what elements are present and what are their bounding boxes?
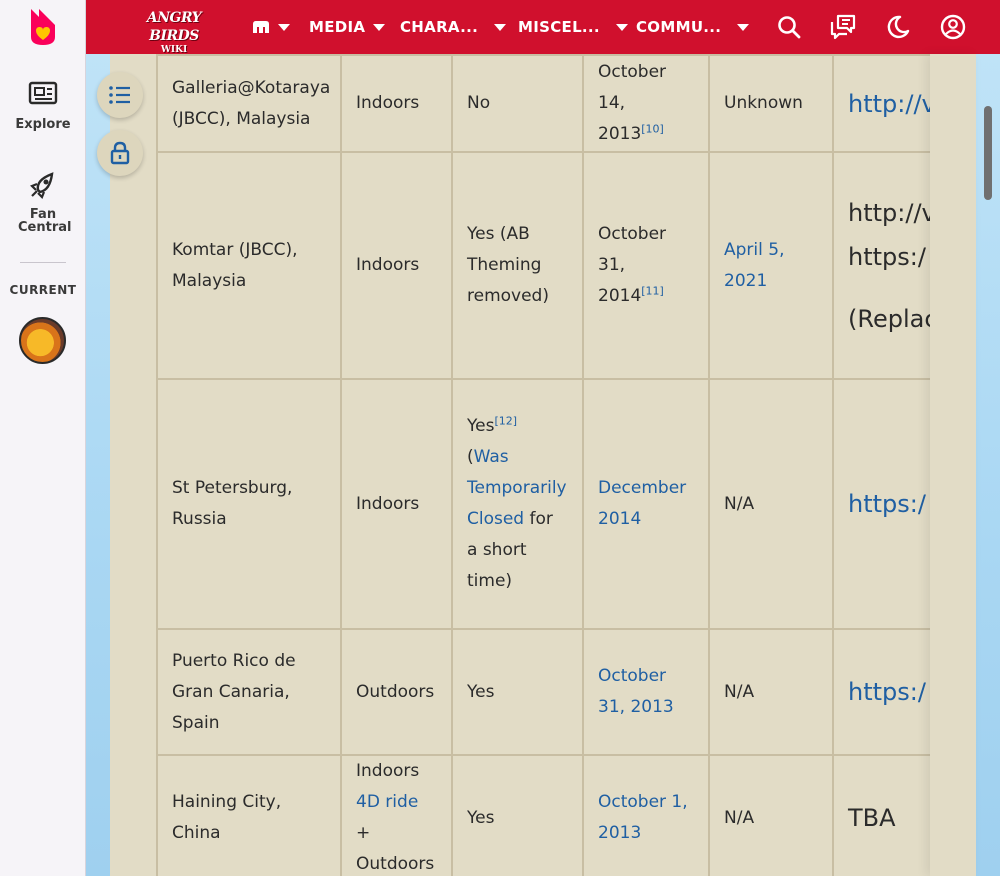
current-wiki-avatar[interactable] (19, 317, 66, 364)
closed-cell: N/A (708, 754, 834, 876)
status-cell: No (451, 54, 584, 153)
search-icon (778, 16, 801, 39)
table-row: Puerto Rico de Gran Canaria, Spain Outdo… (156, 628, 930, 756)
reference-link[interactable]: [10] (641, 122, 664, 135)
explore-icon (28, 81, 58, 105)
table-row: Komtar (JBCC), Malaysia Indoors Yes (AB … (156, 151, 930, 380)
theme-toggle-button[interactable] (884, 13, 912, 41)
current-wiki-label: CURRENT (9, 283, 77, 297)
nav-community[interactable]: COMMU... (636, 0, 750, 54)
table-row: Haining City, China Indoors 4D ride + Outd… (156, 754, 930, 876)
opened-cell: December 2014 (582, 378, 710, 630)
locations-table-container[interactable]: Galleria@Kotaraya (JBCC), Malaysia Indoo… (156, 54, 930, 876)
type-cell: Indoors 4D ride + Outdoors (340, 754, 453, 876)
moon-icon (887, 15, 910, 39)
closed-cell: N/A (708, 628, 834, 756)
locations-table: Galleria@Kotaraya (JBCC), Malaysia Indoo… (156, 54, 930, 876)
4d-ride-link[interactable]: 4D ride (356, 792, 418, 812)
type-cell: Indoors (340, 151, 453, 380)
closed-cell: N/A (708, 378, 834, 630)
closed-cell: April 5, 2021 (708, 151, 834, 380)
opened-cell: October 1, 2013 (582, 754, 710, 876)
location-cell: Komtar (JBCC), Malaysia (156, 151, 342, 380)
opened-date-link[interactable]: October 1, 2013 (598, 792, 688, 843)
type-cell: Indoors (340, 54, 453, 153)
chevron-down-icon (373, 23, 386, 31)
location-cell: Haining City, China (156, 754, 342, 876)
reference-link[interactable]: [12] (494, 414, 517, 427)
opened-cell: October 31, 2014[11] (582, 151, 710, 380)
nav-miscellaneous[interactable]: MISCEL... (518, 0, 628, 54)
table-of-contents-button[interactable] (97, 72, 143, 118)
fandom-logo[interactable] (0, 0, 86, 54)
nav-wiki-menu[interactable] (252, 0, 290, 54)
status-cell: Yes[12] (Was Temporarily Closed for a sho… (451, 378, 584, 630)
rail-divider (20, 262, 66, 263)
table-scroll-fade (930, 54, 976, 876)
website-link[interactable]: http://v (848, 90, 930, 118)
user-icon (940, 14, 966, 40)
explore-label: Explore (15, 117, 71, 132)
type-cell: Outdoors (340, 628, 453, 756)
status-cell: Yes (AB Theming removed) (451, 151, 584, 380)
list-icon (109, 86, 130, 104)
global-navigation-rail: Explore Fan Central CURRENT (0, 0, 86, 876)
wiki-wordmark[interactable]: ANGRY BIRDS WIKI (134, 9, 214, 55)
website-text: https:/ (848, 242, 926, 271)
chevron-down-icon (615, 23, 628, 31)
website-link[interactable]: https:/ (848, 678, 926, 706)
website-text: (Replac (848, 304, 930, 333)
page-scrollbar[interactable] (984, 106, 992, 200)
type-cell: Indoors (340, 378, 453, 630)
lock-icon (110, 141, 130, 165)
website-link[interactable]: https:/ (848, 490, 926, 518)
discussions-button[interactable] (829, 13, 857, 41)
website-cell: http://v (832, 54, 930, 153)
wiki-menu-icon (253, 21, 269, 33)
user-account-button[interactable] (939, 13, 967, 41)
chevron-down-icon (494, 23, 507, 31)
closed-cell: Unknown (708, 54, 834, 153)
table-row: Galleria@Kotaraya (JBCC), Malaysia Indoo… (156, 54, 930, 153)
website-cell: TBA (832, 754, 930, 876)
location-cell: St Petersburg, Russia (156, 378, 342, 630)
discussions-icon (830, 14, 856, 40)
opened-date-link[interactable]: October 31, 2013 (598, 666, 674, 717)
website-cell: https:/ (832, 378, 930, 630)
page-protection-button[interactable] (97, 130, 143, 176)
nav-media[interactable]: MEDIA (309, 0, 386, 54)
fandom-heart-icon (31, 9, 55, 45)
fan-central-label: Fan Central (18, 207, 72, 235)
status-cell: Yes (451, 754, 584, 876)
location-cell: Puerto Rico de Gran Canaria, Spain (156, 628, 342, 756)
rocket-icon (30, 172, 54, 199)
nav-characters[interactable]: CHARA... (400, 0, 507, 54)
opened-cell: October 31, 2013 (582, 628, 710, 756)
explore-nav[interactable]: Explore (0, 80, 86, 131)
status-cell: Yes (451, 628, 584, 756)
location-cell: Galleria@Kotaraya (JBCC), Malaysia (156, 54, 342, 153)
search-button[interactable] (775, 13, 803, 41)
reference-link[interactable]: [11] (641, 284, 664, 297)
website-text: http://v (848, 198, 930, 227)
opened-date-link[interactable]: December 2014 (598, 478, 686, 529)
website-cell: http://v https:/ (Replac (832, 151, 930, 380)
wiki-header: ANGRY BIRDS WIKI MEDIA CHARA... MISCEL..… (86, 0, 1000, 55)
closed-date-link[interactable]: April 5, 2021 (724, 240, 784, 291)
website-cell: https:/ (832, 628, 930, 756)
opened-cell: October 14, 2013[10] (582, 54, 710, 153)
chevron-down-icon (278, 23, 290, 31)
table-row: St Petersburg, Russia Indoors Yes[12] (Wa… (156, 378, 930, 630)
chevron-down-icon (737, 23, 750, 31)
fan-central-nav[interactable]: Fan Central (0, 170, 86, 234)
